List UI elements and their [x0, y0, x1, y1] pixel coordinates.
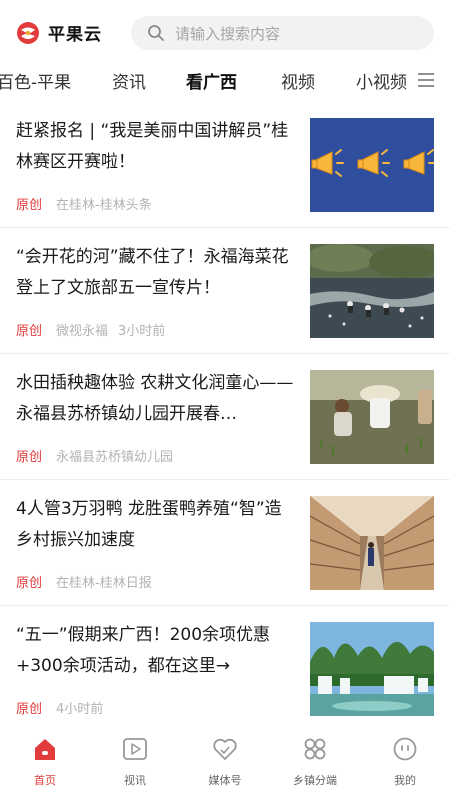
channel-tabs: 百色-平果 资讯 看广西 视频 小视频	[0, 64, 450, 100]
original-badge: 原创	[16, 450, 43, 465]
news-title[interactable]: 水田插秧趣体验 农耕文化润童心——永福县苏桥镇幼儿园开展春…	[16, 368, 298, 430]
news-title[interactable]: 赶紧报名 | “我是美丽中国讲解员”桂林赛区开赛啦！	[16, 116, 298, 178]
nav-label: 首页	[34, 774, 56, 787]
original-badge: 原创	[16, 576, 43, 591]
news-thumbnail[interactable]	[310, 118, 434, 212]
home-icon	[35, 739, 55, 760]
news-meta: 原创 在桂林-桂林日报	[16, 572, 152, 591]
river-image	[310, 244, 434, 338]
nav-label: 视讯	[124, 774, 146, 787]
news-item[interactable]: “会开花的河”藏不住了！永福海菜花登上了文旅部五一宣传片！ 原创 微视永福 3小时前	[0, 228, 450, 354]
news-thumbnail[interactable]	[310, 622, 434, 716]
nav-label: 媒体号	[208, 774, 242, 787]
megaphones-image	[310, 118, 434, 212]
news-item[interactable]: 赶紧报名 | “我是美丽中国讲解员”桂林赛区开赛啦！ 原创 在桂林-桂林头条	[0, 102, 450, 228]
news-time: 3小时前	[118, 324, 166, 339]
original-badge: 原创	[16, 324, 43, 339]
search-icon	[148, 25, 164, 41]
tab-news[interactable]: 资讯	[112, 68, 146, 93]
video-play-icon	[123, 738, 147, 760]
news-title[interactable]: “五一”假期来广西！200余项优惠+300余项活动，都在这里→	[16, 620, 298, 682]
search-bar[interactable]: 请输入搜索内容	[131, 16, 434, 50]
news-item[interactable]: 水田插秧趣体验 农耕文化润童心——永福县苏桥镇幼儿园开展春… 原创 永福县苏桥镇幼…	[0, 354, 450, 480]
news-item[interactable]: “五一”假期来广西！200余项优惠+300余项活动，都在这里→ 原创 4小时前	[0, 606, 450, 724]
news-meta: 原创 永福县苏桥镇幼儿园	[16, 446, 173, 465]
news-thumbnail[interactable]	[310, 370, 434, 464]
news-source: 永福县苏桥镇幼儿园	[56, 450, 174, 465]
news-item[interactable]: 4人管3万羽鸭 龙胜蛋鸭养殖“智”造乡村振兴加速度 原创 在桂林-桂林日报	[0, 480, 450, 606]
search-placeholder: 请输入搜索内容	[175, 25, 281, 43]
original-badge: 原创	[16, 702, 43, 717]
tab-guangxi[interactable]: 看广西	[186, 68, 237, 93]
news-title[interactable]: “会开花的河”藏不住了！永福海菜花登上了文旅部五一宣传片！	[16, 242, 298, 304]
nav-profile[interactable]: 我的	[360, 736, 450, 796]
news-source: 微视永福	[56, 324, 109, 339]
news-thumbnail[interactable]	[310, 496, 434, 590]
news-meta: 原创 微视永福 3小时前	[16, 320, 165, 339]
tab-video[interactable]: 视频	[281, 68, 315, 93]
duck-farm-image	[310, 496, 434, 590]
tab-baise-pingguo[interactable]: 百色-平果	[0, 68, 71, 93]
news-source: 在桂林-桂林日报	[56, 576, 152, 591]
media-heart-icon	[213, 738, 237, 760]
news-meta: 原创 在桂林-桂林头条	[16, 194, 152, 213]
news-time: 4小时前	[56, 702, 104, 717]
news-meta: 原创 4小时前	[16, 698, 103, 717]
profile-face-icon	[393, 737, 417, 761]
channel-menu-icon[interactable]	[417, 71, 435, 89]
news-title[interactable]: 4人管3万羽鸭 龙胜蛋鸭养殖“智”造乡村振兴加速度	[16, 494, 298, 556]
nav-home[interactable]: 首页	[0, 736, 90, 796]
rice-planting-image	[310, 370, 434, 464]
waterfall-image	[310, 622, 434, 716]
tab-short-video[interactable]: 小视频	[356, 68, 407, 93]
app-name: 平果云	[48, 25, 102, 45]
nav-label: 我的	[394, 774, 416, 787]
bottom-navigation: 首页 视讯 媒体号 乡镇分端 我的	[0, 724, 450, 800]
original-badge: 原创	[16, 198, 43, 213]
nav-video[interactable]: 视讯	[90, 736, 180, 796]
news-thumbnail[interactable]	[310, 244, 434, 338]
nav-label: 乡镇分端	[293, 774, 337, 787]
nav-media[interactable]: 媒体号	[180, 736, 270, 796]
grid-icon	[304, 738, 326, 760]
app-logo-icon[interactable]	[16, 21, 40, 45]
news-source: 在桂林-桂林头条	[56, 198, 152, 213]
top-bar: 平果云 请输入搜索内容	[0, 0, 450, 64]
nav-towns[interactable]: 乡镇分端	[270, 736, 360, 796]
news-feed: 赶紧报名 | “我是美丽中国讲解员”桂林赛区开赛啦！ 原创 在桂林-桂林头条 “…	[0, 102, 450, 724]
